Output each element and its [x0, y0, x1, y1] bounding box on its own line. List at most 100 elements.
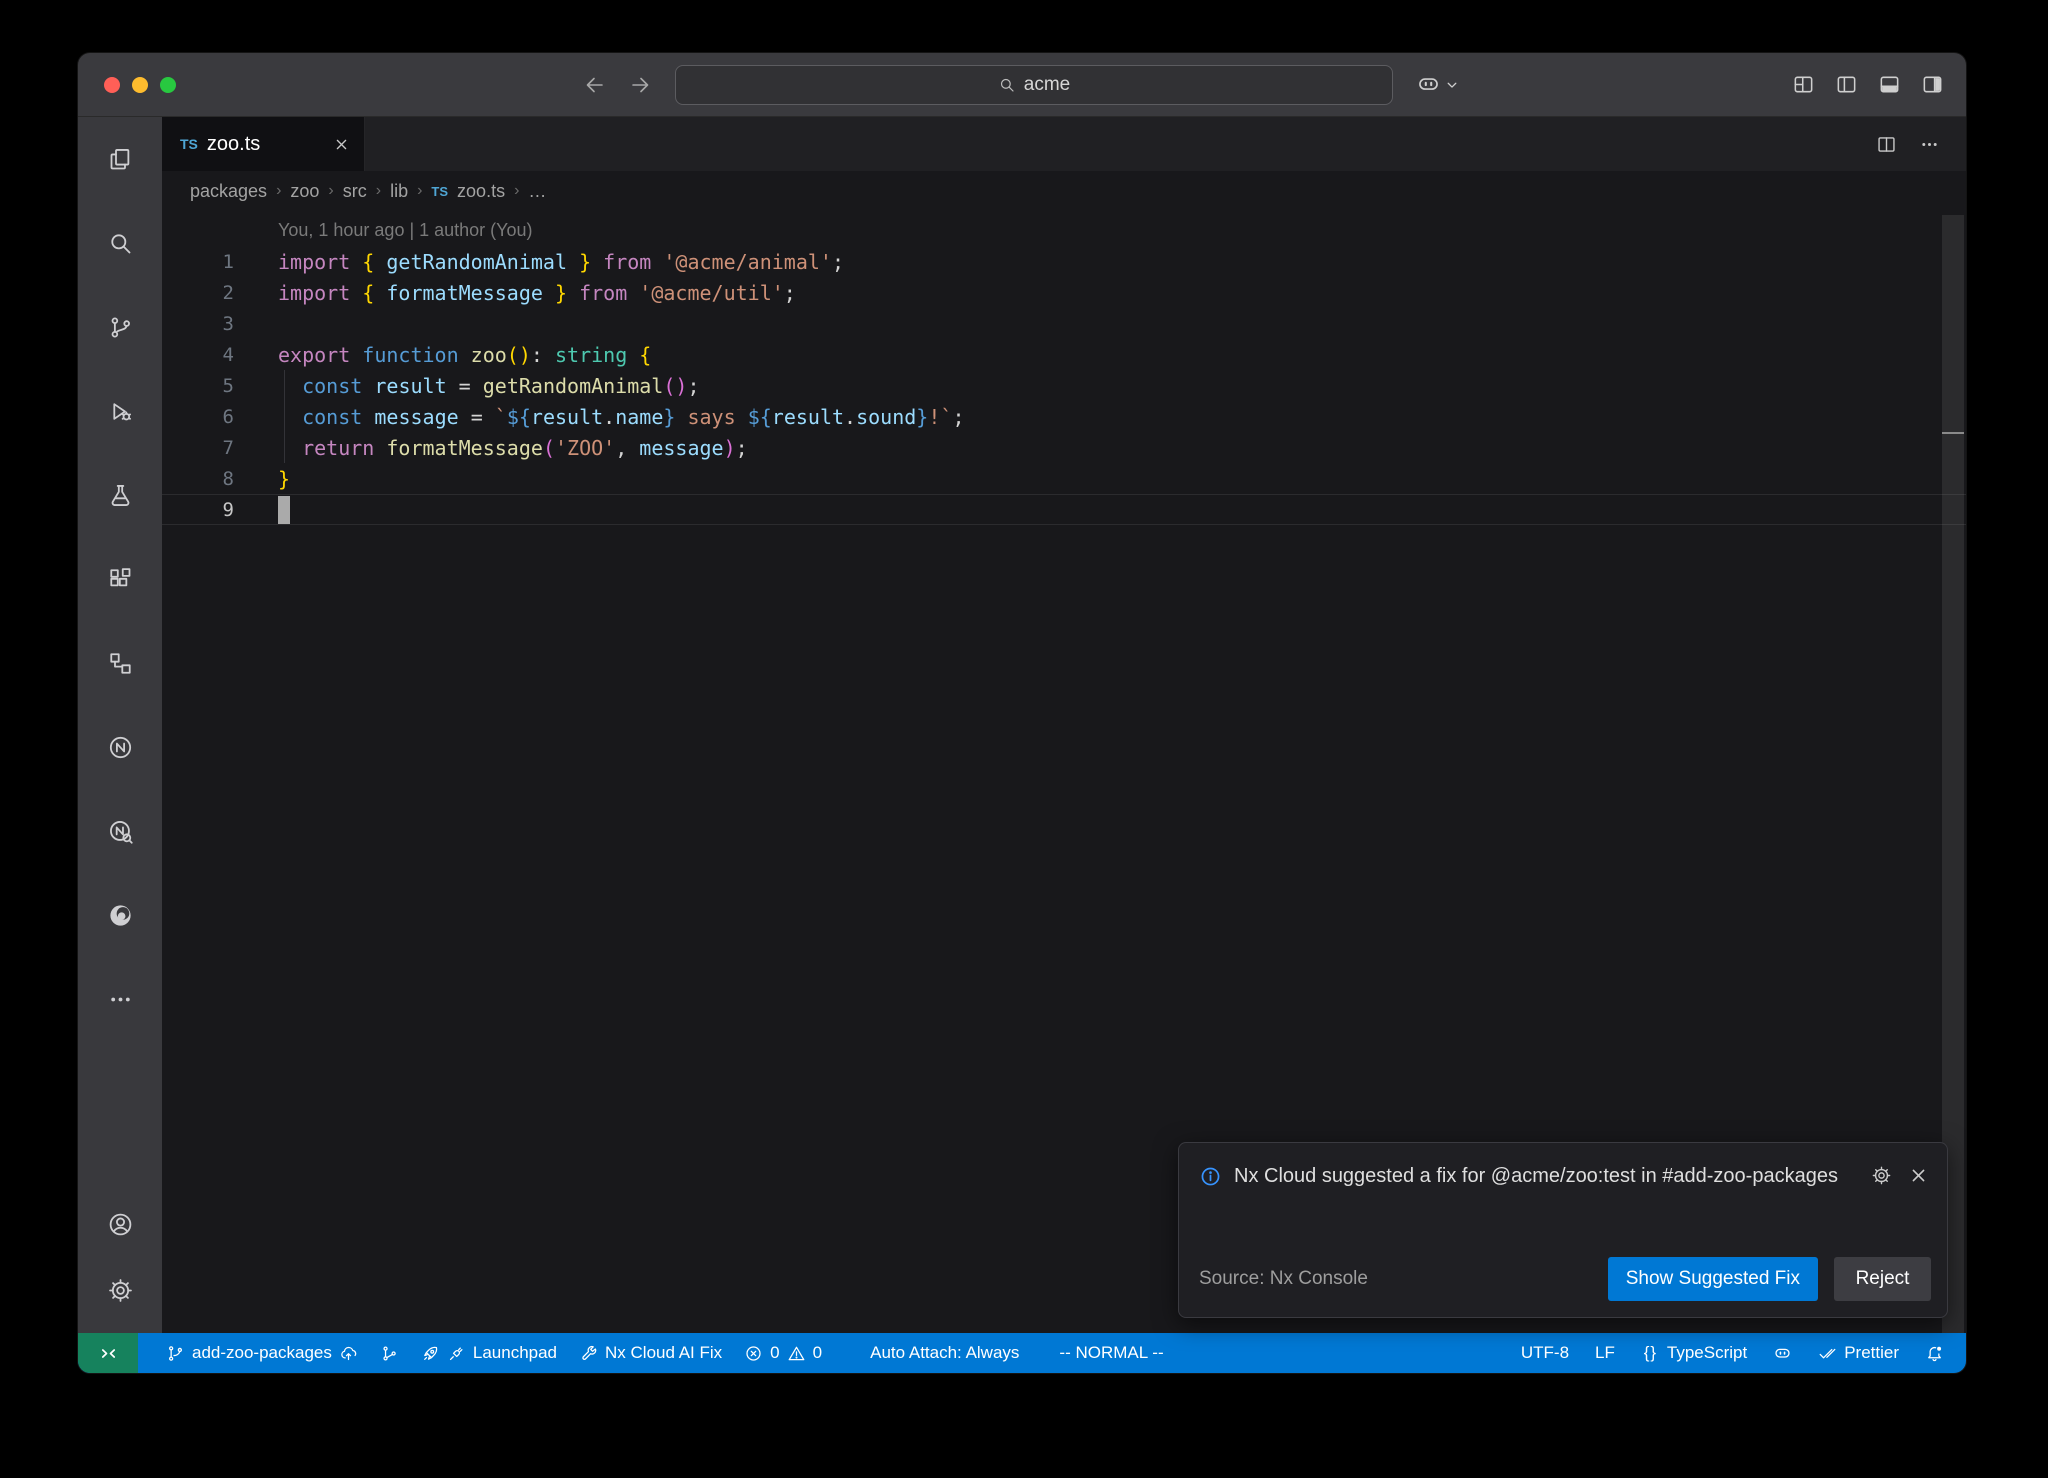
status-launchpad-label: Launchpad [473, 1343, 557, 1363]
status-nx-cloud-ai-fix-label: Nx Cloud AI Fix [605, 1343, 722, 1363]
command-center-text: acme [1024, 74, 1070, 96]
activity-bar-item-search[interactable] [78, 201, 162, 285]
copilot-icon [1416, 72, 1441, 97]
breadcrumb-separator: › [514, 182, 519, 200]
activity-bar-item-project-structure[interactable] [78, 621, 162, 705]
status-nx-cloud-ai-fix[interactable]: Nx Cloud AI Fix [575, 1333, 726, 1373]
status-source-control-graph[interactable] [376, 1333, 403, 1373]
toggle-secondary-sidebar-icon[interactable] [1921, 73, 1944, 96]
code-text: import { getRandomAnimal } from '@acme/a… [278, 250, 844, 274]
gear-icon [107, 1277, 134, 1304]
status-eol[interactable]: LF [1591, 1333, 1619, 1373]
status-branch[interactable]: add-zoo-packages [162, 1333, 362, 1373]
code-line-1[interactable]: 1import { getRandomAnimal } from '@acme/… [162, 246, 1966, 277]
code-line-2[interactable]: 2import { formatMessage } from '@acme/ut… [162, 277, 1966, 308]
bell-dot-icon [1925, 1344, 1944, 1363]
code-text: } [278, 467, 290, 491]
activity-bar-item-explorer[interactable] [78, 117, 162, 201]
breadcrumb-item[interactable]: packages [190, 181, 267, 202]
code-text [278, 496, 290, 524]
status-vim-mode-label: -- NORMAL -- [1059, 1343, 1163, 1363]
activity-bar-item-extensions[interactable] [78, 537, 162, 621]
activity-bar-item-testing[interactable] [78, 453, 162, 537]
code-line-8[interactable]: 8} [162, 463, 1966, 494]
status-copilot[interactable] [1769, 1333, 1796, 1373]
activity-bar-item-accounts[interactable] [78, 1191, 162, 1257]
code-text: return formatMessage('ZOO', message); [278, 436, 748, 460]
status-language[interactable]: {}TypeScript [1637, 1333, 1751, 1373]
activity-bar-item-edge-tools[interactable] [78, 873, 162, 957]
more-actions-icon[interactable] [1919, 134, 1940, 155]
breadcrumb-symbol-more[interactable]: … [528, 181, 546, 202]
status-auto-attach[interactable]: Auto Attach: Always [866, 1333, 1023, 1373]
activity-bar-item-nx-console[interactable] [78, 705, 162, 789]
error-icon [744, 1344, 763, 1363]
code-line-7[interactable]: 7 return formatMessage('ZOO', message); [162, 432, 1966, 463]
show-suggested-fix-button[interactable]: Show Suggested Fix [1608, 1257, 1818, 1301]
tab-zoo-ts[interactable]: TS zoo.ts [162, 117, 365, 171]
window-zoom-button[interactable] [160, 77, 176, 93]
activity-bar-item-nx-cloud[interactable] [78, 789, 162, 873]
code-line-6[interactable]: 6 const message = `${result.name} says $… [162, 401, 1966, 432]
code-line-5[interactable]: 5 const result = getRandomAnimal(); [162, 370, 1966, 401]
breadcrumb-separator: › [328, 182, 333, 200]
code-line-9[interactable]: 9 [162, 494, 1966, 525]
braces-icon: {} [1641, 1344, 1660, 1363]
breadcrumb-item[interactable]: zoo [290, 181, 319, 202]
indent-guide [284, 370, 285, 463]
code-line-3[interactable]: 3 [162, 308, 1966, 339]
debug-icon [107, 398, 134, 425]
notification-close-icon[interactable] [1908, 1165, 1929, 1186]
typescript-file-icon: TS [180, 136, 198, 152]
tab-close-icon[interactable] [333, 136, 350, 153]
status-launchpad[interactable]: Launchpad [417, 1333, 561, 1373]
line-number: 9 [162, 499, 248, 521]
window-close-button[interactable] [104, 77, 120, 93]
status-notifications[interactable] [1921, 1333, 1948, 1373]
plug-icon [447, 1344, 466, 1363]
status-bar: add-zoo-packages Launchpad Nx Cloud AI Fix… [78, 1333, 1966, 1373]
status-problems-label: 0 [770, 1343, 779, 1363]
breadcrumb-item[interactable]: src [343, 181, 367, 202]
window-minimize-button[interactable] [132, 77, 148, 93]
rocket-icon [421, 1344, 440, 1363]
toggle-primary-sidebar-icon[interactable] [1835, 73, 1858, 96]
activity-bar-item-settings[interactable] [78, 1257, 162, 1323]
line-number: 3 [162, 313, 248, 335]
tab-label: zoo.ts [207, 133, 260, 156]
navigate-forward-icon[interactable] [628, 73, 652, 97]
code-line-4[interactable]: 4export function zoo(): string { [162, 339, 1966, 370]
ellipsis-icon [107, 986, 134, 1013]
reject-button[interactable]: Reject [1834, 1257, 1931, 1301]
activity-bar-item-run-and-debug[interactable] [78, 369, 162, 453]
toggle-panel-icon[interactable] [1878, 73, 1901, 96]
status-prettier[interactable]: Prettier [1814, 1333, 1903, 1373]
command-center-search[interactable]: acme [675, 65, 1393, 105]
code-text: const result = getRandomAnimal(); [278, 374, 700, 398]
line-number: 2 [162, 282, 248, 304]
search-icon [998, 76, 1016, 94]
breadcrumb-item-file[interactable]: zoo.ts [457, 181, 505, 202]
line-number: 6 [162, 406, 248, 428]
activity-bar-item-source-control[interactable] [78, 285, 162, 369]
double-check-icon [1818, 1344, 1837, 1363]
customize-layout-icon[interactable] [1792, 73, 1815, 96]
warning-icon [787, 1344, 806, 1363]
breadcrumb[interactable]: packages›zoo›src›lib›TSzoo.ts›… [162, 171, 1966, 211]
line-number: 4 [162, 344, 248, 366]
status-auto-attach-label: Auto Attach: Always [870, 1343, 1019, 1363]
split-editor-icon[interactable] [1876, 134, 1897, 155]
status-encoding-label: UTF-8 [1521, 1343, 1569, 1363]
notification-settings-gear-icon[interactable] [1871, 1165, 1892, 1186]
activity-bar-item-more-views[interactable] [78, 957, 162, 1041]
navigate-back-icon[interactable] [583, 73, 607, 97]
copilot-menu[interactable] [1416, 72, 1459, 97]
status-problems[interactable]: 00 [740, 1333, 826, 1373]
status-vim-mode[interactable]: -- NORMAL -- [1055, 1333, 1167, 1373]
activity-bar [78, 117, 162, 1333]
nx-icon [107, 734, 134, 761]
status-remote[interactable] [78, 1333, 138, 1373]
breadcrumb-item[interactable]: lib [390, 181, 408, 202]
status-encoding[interactable]: UTF-8 [1517, 1333, 1573, 1373]
beaker-icon [107, 482, 134, 509]
